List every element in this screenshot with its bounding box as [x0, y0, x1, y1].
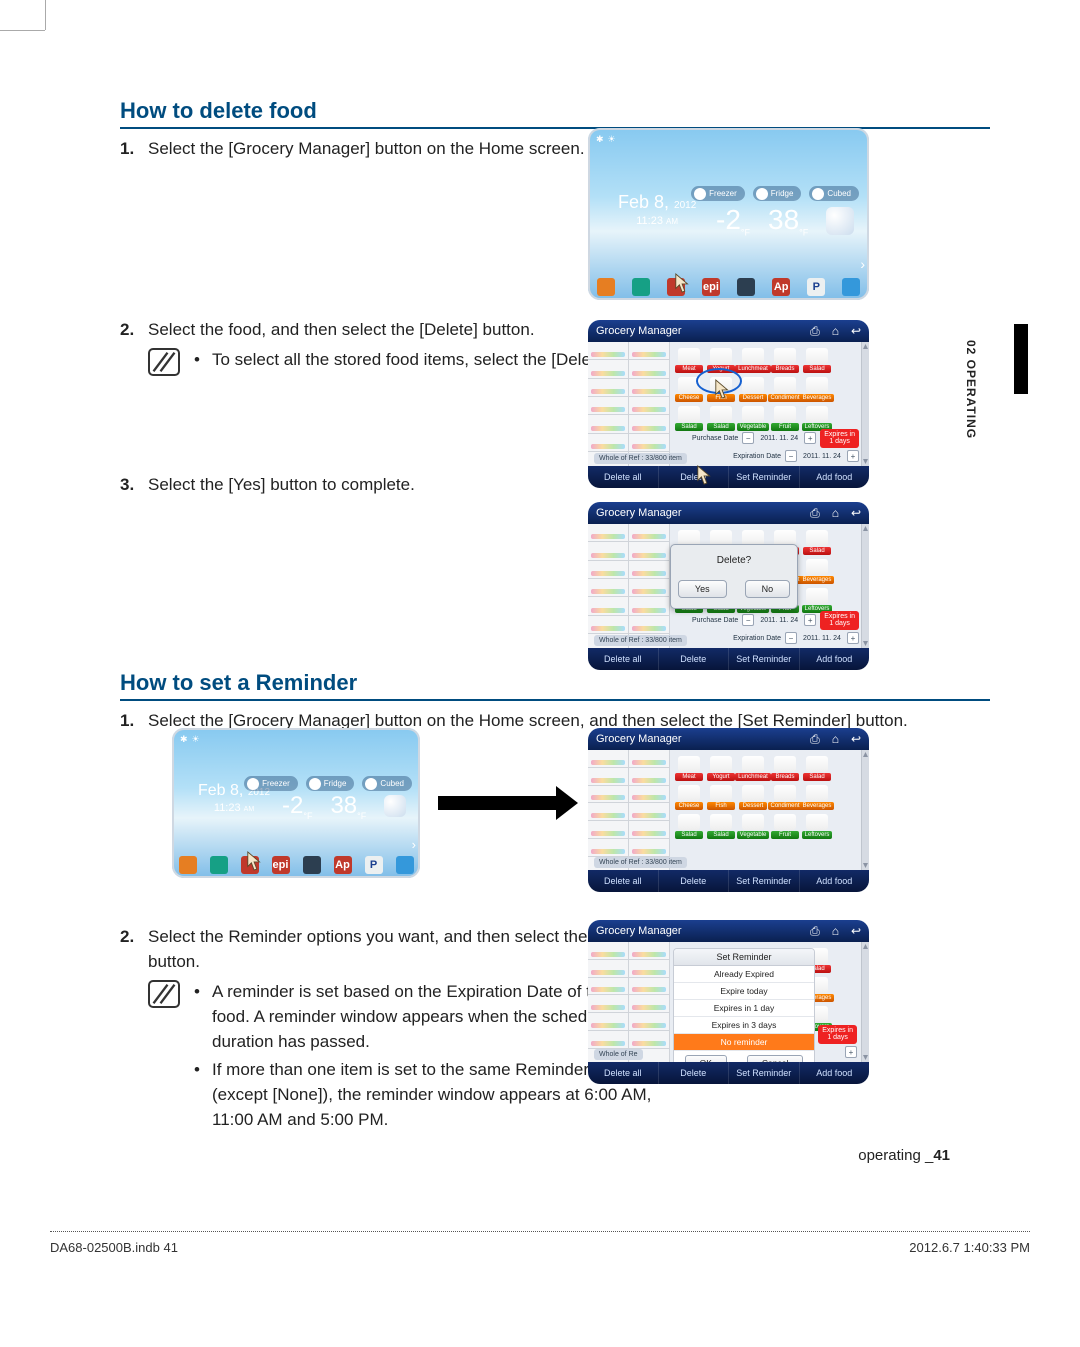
food-cat[interactable]: Salad: [708, 814, 734, 839]
food-cat[interactable]: Leftovers: [804, 814, 830, 839]
food-cat[interactable]: Condiment: [772, 785, 798, 810]
food-cat[interactable]: Dessert: [740, 785, 766, 810]
gm-set-reminder[interactable]: Set Reminder: [729, 870, 800, 892]
food-cat[interactable]: Yogurt: [708, 756, 734, 781]
delete-dialog: Delete? Yes No: [670, 544, 798, 609]
dock-twitter[interactable]: [389, 852, 420, 878]
dock-pandora[interactable]: P: [799, 274, 834, 300]
save-icon[interactable]: ⎙: [810, 324, 820, 339]
gm-set-reminder[interactable]: Set Reminder: [729, 648, 800, 670]
back-icon[interactable]: ↩: [851, 324, 861, 339]
gm-delete-all[interactable]: Delete all: [588, 1062, 659, 1084]
gm-add-food[interactable]: Add food: [800, 870, 870, 892]
step-1: Select the [Grocery Manager] button on t…: [148, 137, 585, 162]
food-cat[interactable]: Salad: [804, 756, 830, 781]
gm-add-food[interactable]: Add food: [800, 466, 870, 488]
food-cat[interactable]: Lunchmeat: [740, 348, 766, 373]
food-cat[interactable]: Fish: [708, 785, 734, 810]
pill-freezer[interactable]: Freezer: [691, 186, 745, 201]
dock-pandora[interactable]: P: [358, 852, 389, 878]
gm-delete[interactable]: Delete: [659, 648, 730, 670]
food-cat[interactable]: Salad: [676, 814, 702, 839]
pill-cubed[interactable]: Cubed: [809, 186, 859, 201]
screenshot-gm-delete: Grocery Manager⎙⌂↩ MeatYogurtLunchmeatBr…: [588, 320, 869, 488]
food-cat[interactable]: Breads: [772, 348, 798, 373]
gm-add-food[interactable]: Add food: [800, 648, 870, 670]
print-mark: DA68-02500B.indb 41 2012.6.7 1:40:33 PM: [50, 1231, 1030, 1232]
gm-add-food[interactable]: Add food: [800, 1062, 870, 1084]
dock-epicurious[interactable]: epi: [265, 852, 296, 878]
cursor-icon: [674, 272, 692, 294]
reminder-opt[interactable]: Already Expired: [674, 966, 814, 983]
screenshot-gm-confirm: Grocery Manager⎙⌂↩ MeatYogurtLunchmeatBr…: [588, 502, 869, 670]
food-cat[interactable]: Dessert: [740, 377, 766, 402]
gm-delete-all[interactable]: Delete all: [588, 870, 659, 892]
section-tab: 02 OPERATING: [1004, 302, 1028, 422]
screenshot-gm-reminder: Grocery Manager⎙⌂↩ MeatYogurtLunchmeatBr…: [588, 920, 869, 1084]
screenshot-gm-plain: Grocery Manager⎙⌂↩ MeatYogurtLunchmeatBr…: [588, 728, 869, 892]
screenshot-home-1: ✱☀ Feb 8, 2012 11:23 AM Freezer Fridge C…: [588, 128, 869, 300]
food-cat[interactable]: Meat: [676, 756, 702, 781]
heading-delete-food: How to delete food: [120, 98, 990, 129]
dock-memo[interactable]: [172, 852, 203, 878]
dock-memo[interactable]: [588, 274, 623, 300]
gm-delete-all[interactable]: Delete all: [588, 648, 659, 670]
food-cat[interactable]: Beverages: [804, 785, 830, 810]
page-footer: operating _41: [858, 1147, 950, 1164]
note-icon: [148, 980, 180, 1008]
date-minus[interactable]: −: [742, 432, 754, 444]
dock-twitter[interactable]: [834, 274, 869, 300]
dock-ap news[interactable]: Ap: [327, 852, 358, 878]
step-2: Select the food, and then select the [De…: [148, 318, 535, 343]
arrow-icon: [438, 796, 558, 810]
food-cat[interactable]: Beverages: [804, 559, 830, 584]
note-icon: [148, 348, 180, 376]
dock-epicurious[interactable]: epi: [693, 274, 728, 300]
gm-delete-all[interactable]: Delete all: [588, 466, 659, 488]
gm-delete[interactable]: Delete: [659, 1062, 730, 1084]
food-cat[interactable]: Breads: [772, 756, 798, 781]
dock-photos[interactable]: [623, 274, 658, 300]
gm-set-reminder[interactable]: Set Reminder: [729, 466, 800, 488]
dock-photos[interactable]: [203, 852, 234, 878]
food-cat[interactable]: Meat: [676, 348, 702, 373]
food-cat[interactable]: Condiment: [772, 377, 798, 402]
date-plus[interactable]: +: [804, 432, 816, 444]
home-icon[interactable]: ⌂: [832, 324, 839, 339]
gm-set-reminder[interactable]: Set Reminder: [729, 1062, 800, 1084]
heading-set-reminder: How to set a Reminder: [120, 670, 990, 701]
food-cat[interactable]: Vegetable: [740, 814, 766, 839]
screenshot-home-2: ✱☀ Feb 8, 2012 11:23 AM Freezer Fridge C…: [172, 728, 420, 878]
dialog-no[interactable]: No: [745, 580, 791, 598]
food-cat[interactable]: Cheese: [676, 785, 702, 810]
food-cat[interactable]: Salad: [804, 530, 830, 555]
dock-calendar[interactable]: [296, 852, 327, 878]
gm-delete[interactable]: Delete: [659, 870, 730, 892]
dock-calendar[interactable]: [729, 274, 764, 300]
food-cat[interactable]: Lunchmeat: [740, 756, 766, 781]
reminder-options: Set Reminder Already Expired Expire toda…: [673, 948, 815, 1076]
step-3: Select the [Yes] button to complete.: [148, 473, 415, 498]
scrollbar[interactable]: [861, 342, 869, 466]
item-count: Whole of Ref : 33/800 item: [594, 453, 687, 464]
gm-delete[interactable]: Delete: [659, 466, 730, 488]
food-cat[interactable]: Fruit: [772, 814, 798, 839]
food-cat[interactable]: Beverages: [804, 377, 830, 402]
dock-ap news[interactable]: Ap: [764, 274, 799, 300]
dialog-yes[interactable]: Yes: [678, 580, 727, 598]
food-cat[interactable]: Salad: [804, 348, 830, 373]
pill-fridge[interactable]: Fridge: [753, 186, 802, 201]
